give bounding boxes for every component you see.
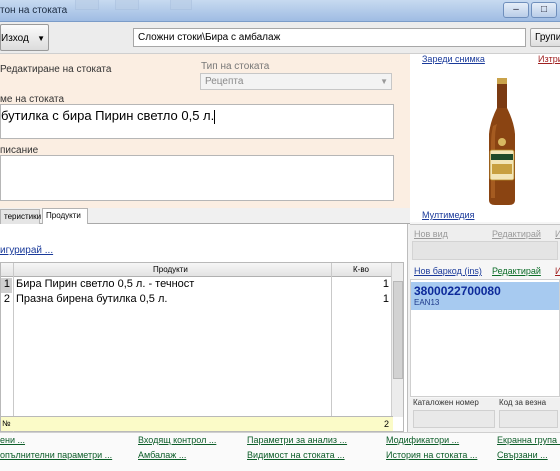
background-window-tab bbox=[75, 0, 99, 10]
maximize-button[interactable]: □ bbox=[531, 2, 557, 18]
exit-button-label: Изход bbox=[1, 33, 29, 44]
configure-link[interactable]: игурирай ... bbox=[0, 245, 53, 256]
bottom-link[interactable]: ени ... bbox=[0, 435, 25, 445]
row-number: 1 bbox=[1, 278, 12, 293]
bottom-link[interactable]: Екранна група ... bbox=[497, 435, 560, 445]
product-name: Бира Пирин светло 0,5 л. - течност bbox=[16, 278, 195, 290]
column-header-products[interactable]: Продукти bbox=[153, 265, 188, 274]
catalog-number-field[interactable] bbox=[413, 410, 495, 428]
row-number: 2 bbox=[3, 293, 10, 305]
tab-strip: теристики Продукти bbox=[0, 208, 410, 225]
products-grid: Продукти К-во 1 Бира Пирин светло 0,5 л.… bbox=[0, 262, 404, 433]
maximize-icon: □ bbox=[540, 4, 548, 15]
exit-button[interactable]: Изход ▼ bbox=[0, 24, 49, 51]
toolbar: Изход ▼ Сложни стоки\Бира с амбалаж Груп… bbox=[0, 22, 560, 54]
edit-barcode-link[interactable]: Редактирай bbox=[492, 266, 541, 276]
products-panel: игурирай ... Продукти К-во 1 Бира Пирин … bbox=[0, 224, 408, 433]
chevron-down-icon: ▼ bbox=[380, 77, 388, 86]
right-panel: Зареди снимка Изтри Мултимедия Нов вид Р… bbox=[410, 54, 560, 432]
product-qty: 1 bbox=[382, 293, 389, 305]
bottom-links-bar: ени ... Входящ контрол ... Параметри за … bbox=[0, 432, 560, 471]
edit-mode-label: Редактиране на стоката bbox=[0, 64, 112, 75]
tab-products[interactable]: Продукти bbox=[42, 208, 88, 225]
minimize-icon: – bbox=[513, 4, 519, 15]
table-row[interactable]: 1 Бира Пирин светло 0,5 л. - течност 1 bbox=[1, 278, 393, 293]
bottom-link[interactable]: Входящ контрол ... bbox=[138, 435, 216, 445]
background-window-tab bbox=[115, 0, 139, 10]
edit-variant-link[interactable]: Редактирай bbox=[492, 229, 541, 239]
minimize-button[interactable]: – bbox=[503, 2, 529, 18]
text-cursor bbox=[214, 109, 216, 124]
variants-box: Нов вид Редактирай И bbox=[410, 224, 560, 260]
product-name: Празна бирена бутилка 0,5 л. bbox=[16, 293, 168, 305]
photo-area: Зареди снимка Изтри Мултимедия bbox=[410, 54, 560, 222]
new-barcode-link[interactable]: Нов баркод (ins) bbox=[414, 266, 482, 276]
column-header-qty[interactable]: К-во bbox=[353, 265, 369, 274]
clear-variant-link[interactable]: И bbox=[555, 229, 560, 239]
background-window-tab bbox=[170, 0, 192, 10]
variants-list[interactable] bbox=[412, 241, 558, 260]
bottom-link[interactable]: История на стоката ... bbox=[386, 450, 477, 460]
bottom-link[interactable]: Видимост на стоката ... bbox=[247, 450, 345, 460]
codes-fields: Каталожен номер Код за везна bbox=[410, 398, 560, 432]
item-type-label: Тип на стоката bbox=[201, 61, 270, 72]
item-form: Редактиране на стоката Тип на стоката Ре… bbox=[0, 54, 410, 208]
groups-button[interactable]: Групи bbox=[530, 28, 560, 47]
item-name-field[interactable]: бутилка с бира Пирин светло 0,5 л. bbox=[0, 104, 394, 139]
scale-code-label: Код за везна bbox=[499, 398, 547, 407]
product-qty: 1 bbox=[382, 278, 389, 290]
catalog-number-label: Каталожен номер bbox=[413, 398, 479, 407]
vertical-scrollbar[interactable] bbox=[391, 263, 403, 417]
barcode-type: EAN13 bbox=[414, 298, 440, 307]
bottom-link[interactable]: Свързани ... bbox=[497, 450, 548, 460]
title-bar: тон на стоката – □ bbox=[0, 0, 560, 22]
bottom-link[interactable]: Модификатори ... bbox=[386, 435, 459, 445]
barcode-toolbar: Нов баркод (ins) Редактирай И bbox=[410, 265, 560, 279]
barcode-list: 3800022700080 EAN13 bbox=[410, 279, 560, 397]
barcode-value: 3800022700080 bbox=[414, 284, 501, 298]
grid-header: Продукти К-во bbox=[1, 263, 393, 277]
item-name-value: бутилка с бира Пирин светло 0,5 л. bbox=[1, 108, 215, 123]
beer-bottle-image bbox=[489, 78, 515, 205]
load-photo-link[interactable]: Зареди снимка bbox=[422, 54, 485, 64]
table-row[interactable]: 2 Празна бирена бутилка 0,5 л. 1 bbox=[1, 293, 393, 308]
tab-characteristics[interactable]: теристики bbox=[0, 209, 41, 224]
footer-number-label: № bbox=[2, 419, 11, 428]
clear-photo-link[interactable]: Изтри bbox=[538, 54, 560, 64]
item-type-value: Рецепта bbox=[205, 76, 244, 87]
multimedia-link[interactable]: Мултимедия bbox=[422, 210, 474, 220]
breadcrumb[interactable]: Сложни стоки\Бира с амбалаж bbox=[133, 28, 526, 47]
new-variant-link[interactable]: Нов вид bbox=[414, 229, 448, 239]
clear-barcode-link[interactable]: И bbox=[555, 266, 560, 276]
description-field[interactable] bbox=[0, 155, 394, 201]
grid-footer: № 2 bbox=[1, 416, 393, 431]
window-title: тон на стоката bbox=[0, 5, 68, 16]
bottom-link[interactable]: Параметри за анализ ... bbox=[247, 435, 347, 445]
list-item[interactable]: 3800022700080 EAN13 bbox=[411, 282, 559, 310]
item-type-select[interactable]: Рецепта ▼ bbox=[200, 73, 392, 90]
chevron-down-icon[interactable]: ▼ bbox=[37, 34, 45, 43]
scale-code-field[interactable] bbox=[499, 410, 558, 428]
scrollbar-thumb[interactable] bbox=[393, 281, 403, 379]
bottom-link[interactable]: опълнителни параметри ... bbox=[0, 450, 112, 460]
bottom-link[interactable]: Амбалаж ... bbox=[138, 450, 186, 460]
footer-total: 2 bbox=[383, 419, 389, 429]
